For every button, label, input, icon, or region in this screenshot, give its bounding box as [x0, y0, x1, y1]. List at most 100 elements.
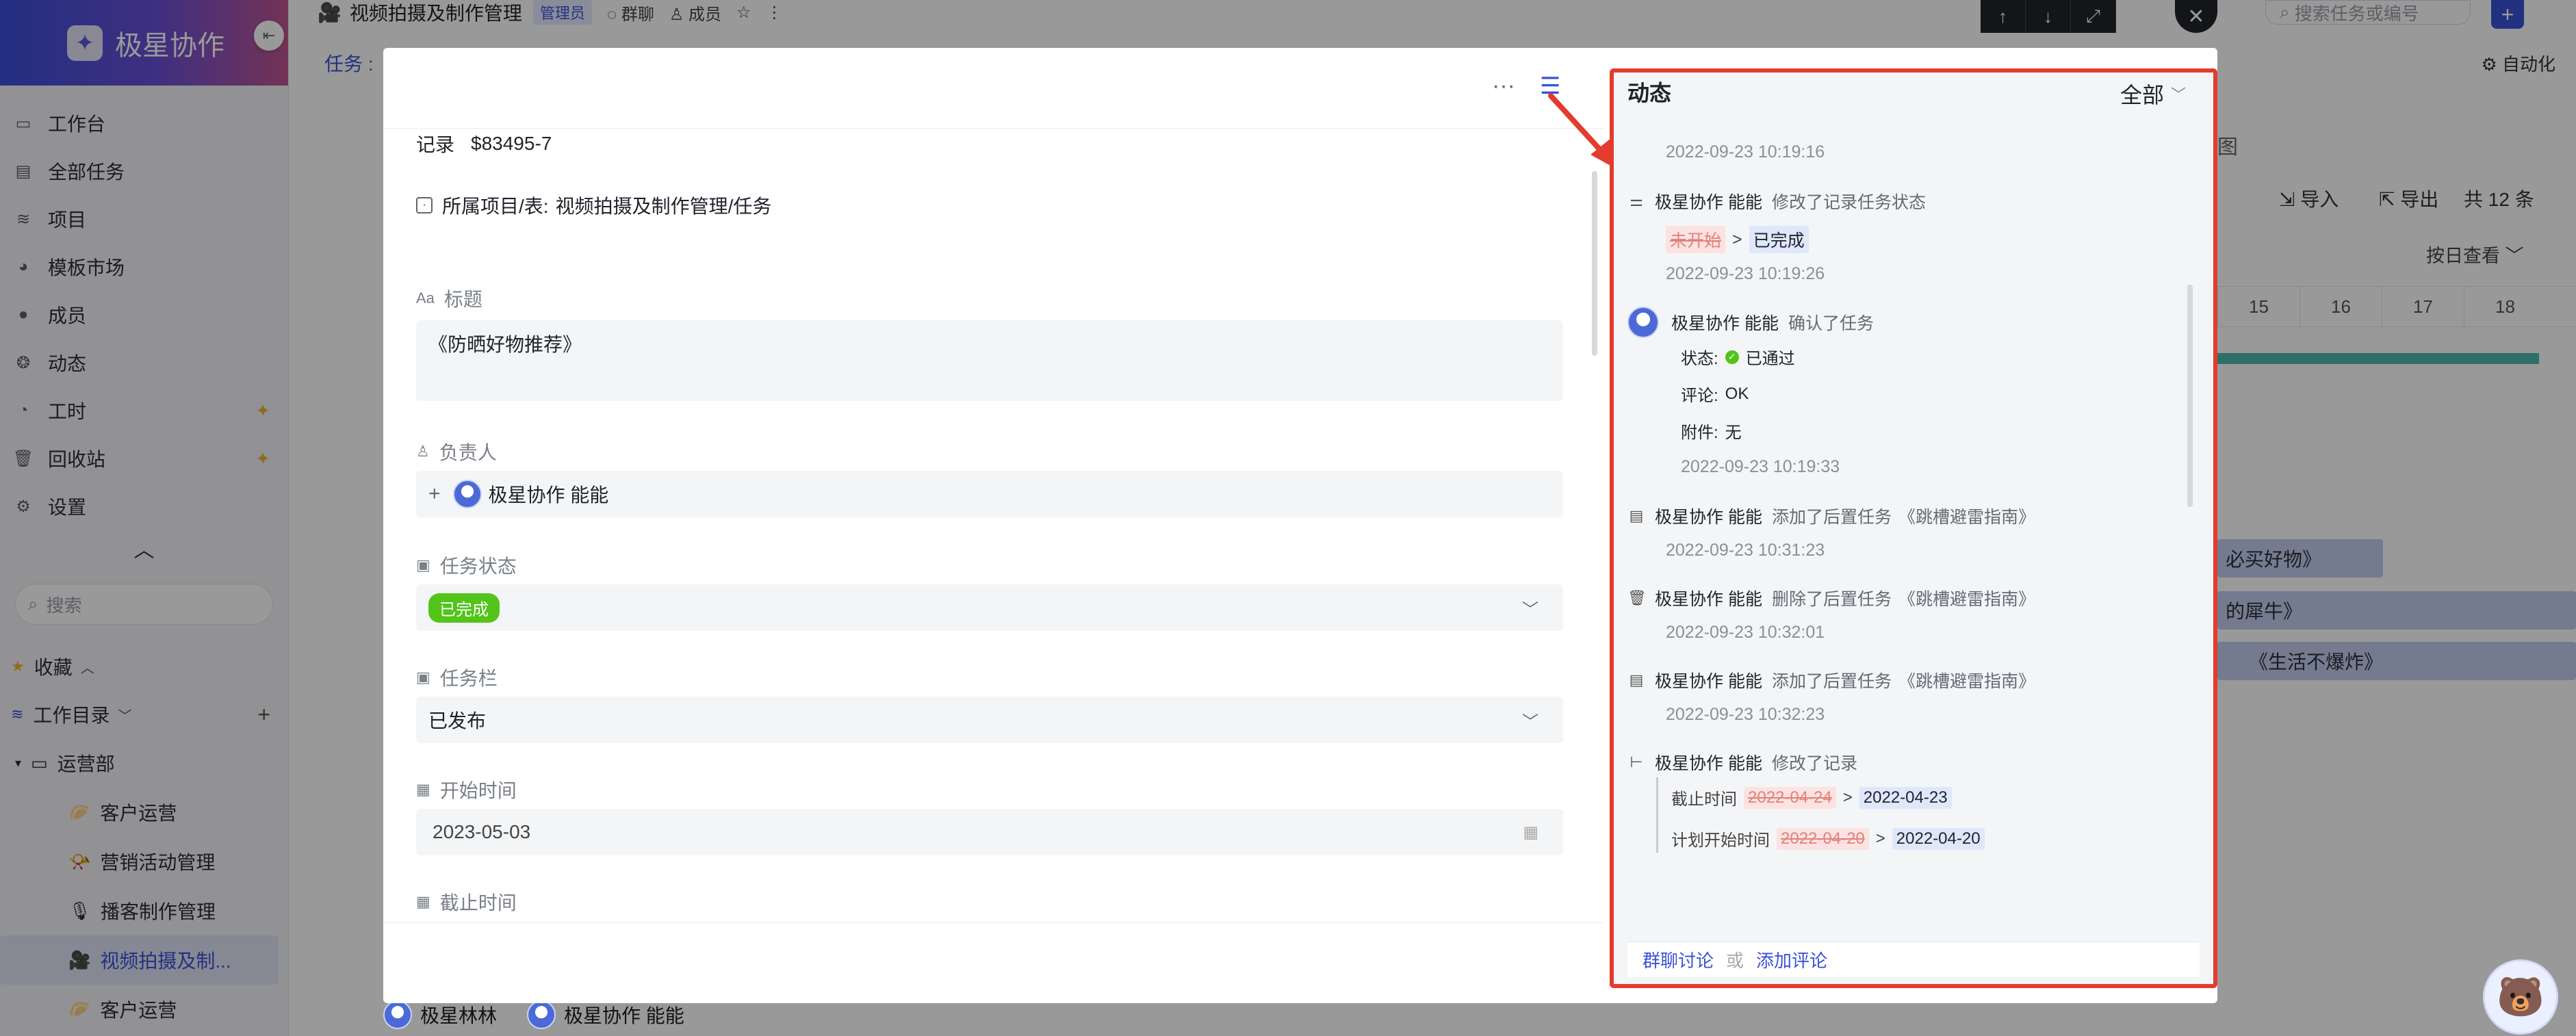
old-value: 未开始: [1666, 226, 1726, 253]
approval-attachment: 附件: 无: [1681, 419, 1742, 443]
field-key: 附件:: [1681, 424, 1718, 442]
group-discussion-link[interactable]: 群聊讨论: [1643, 947, 1714, 972]
activity-entry: ⊢ 极星协作 能能 修改了记录: [1627, 750, 1857, 775]
calendar-icon[interactable]: ▦: [1523, 823, 1538, 842]
activity-user: 极星协作 能能: [1655, 754, 1762, 773]
assignee-name: 极星协作 能能: [488, 484, 609, 506]
activity-user: 极星协作 能能: [1655, 590, 1762, 609]
person-name: 极星林林: [420, 1005, 498, 1026]
check-circle-icon: ✓: [1725, 350, 1739, 364]
activity-time: 2022-09-23 10:19:33: [1681, 457, 1840, 476]
or-separator: 或: [1726, 950, 1744, 971]
arrow-icon: >: [1732, 229, 1742, 249]
field-value: OK: [1725, 384, 1749, 403]
document-icon: ▤: [1629, 671, 1644, 688]
start-date-input[interactable]: 2023-05-03 ▦: [416, 809, 1563, 855]
activity-filter-select[interactable]: 全部 ﹀: [2120, 78, 2186, 109]
avatar: [383, 1000, 412, 1029]
record-row: 记录 $83495-7: [416, 130, 552, 157]
document-icon: ▤: [1629, 507, 1644, 524]
activity-panel: 动态 全部 ﹀ 2022-09-23 10:19:16 ⚌ 极星协作 能能 修改了…: [1610, 68, 2217, 988]
label-text: 任务状态: [439, 556, 517, 577]
column-select[interactable]: 已发布 ﹀: [416, 697, 1563, 743]
activity-action: 确认了任务: [1788, 314, 1874, 333]
activity-action: 修改了记录任务状态: [1771, 193, 1926, 212]
text-icon: Aa: [416, 289, 435, 307]
label-text: 任务栏: [439, 668, 498, 689]
activity-entry: 极星协作 能能 确认了任务: [1627, 307, 1874, 338]
assistant-mascot-icon[interactable]: 🐻: [2483, 959, 2558, 1035]
assignee-field-label: ♙ 负责人: [416, 438, 497, 465]
activity-entry: ▤ 极星协作 能能 添加了后置任务 《跳槽避雷指南》: [1627, 504, 2035, 528]
field-key: 评论:: [1681, 387, 1718, 405]
field-key: 状态:: [1681, 350, 1718, 368]
add-comment-link[interactable]: 添加评论: [1756, 947, 1827, 972]
activity-action: 添加了后置任务: [1771, 672, 1892, 691]
old-value: 2022-04-24: [1744, 786, 1836, 809]
checkbox-icon: ·: [416, 197, 433, 213]
label-text: 标题: [443, 289, 482, 310]
activity-target[interactable]: 《跳槽避雷指南》: [1898, 586, 2035, 610]
filter-label: 全部: [2120, 83, 2164, 107]
detail-scrollbar[interactable]: [1592, 171, 1597, 356]
activity-target[interactable]: 《跳槽避雷指南》: [1898, 668, 2035, 692]
activity-action: 删除了后置任务: [1771, 590, 1892, 609]
new-value: 2022-04-20: [1892, 827, 1985, 850]
field-value: 无: [1725, 424, 1742, 442]
assignee-field[interactable]: + 极星协作 能能: [416, 471, 1563, 517]
chevron-down-icon: ﹀: [2170, 86, 2186, 103]
project-value: 视频拍摄及制作管理/任务: [555, 196, 772, 217]
column-value: 已发布: [428, 710, 487, 731]
project-label: 所属项目/表:: [442, 196, 549, 217]
activity-time: 2022-09-23 10:19:16: [1666, 142, 1825, 161]
trash-icon: 🗑: [1627, 589, 1647, 606]
modal-footer: [383, 922, 1604, 1003]
approval-comment: 评论: OK: [1681, 382, 1749, 406]
arrow-icon: >: [1875, 829, 1885, 848]
sliders-icon: ⚌: [1630, 192, 1643, 209]
checkbox-icon: ▣: [416, 556, 430, 573]
avatar: [452, 480, 482, 508]
arrow-icon: >: [1842, 788, 1853, 807]
calendar-icon: ▦: [416, 893, 430, 910]
activity-action: 修改了记录: [1771, 754, 1857, 773]
start-date-label: ▦ 开始时间: [416, 776, 517, 803]
label-text: 负责人: [439, 442, 497, 463]
avatar: [1627, 307, 1659, 338]
activity-user: 极星协作 能能: [1655, 508, 1762, 527]
user-icon: ♙: [416, 443, 430, 460]
activity-entry: ⚌ 极星协作 能能 修改了记录任务状态: [1627, 189, 1926, 213]
record-label: 记录: [416, 134, 455, 155]
calendar-icon: ▦: [416, 781, 430, 798]
comment-bar: 群聊讨论 或 添加评论: [1627, 942, 2200, 977]
new-value: 2022-04-23: [1859, 786, 1952, 809]
assignee-row: 极星林林 极星协作 能能: [383, 1000, 684, 1029]
activity-scrollbar[interactable]: [2187, 285, 2193, 507]
field-key: 截止时间: [1671, 790, 1737, 809]
old-value: 2022-04-20: [1777, 827, 1869, 850]
avatar: [527, 1000, 556, 1029]
activity-header: 动态 全部 ﹀: [1614, 73, 2213, 111]
start-date-value: 2023-05-03: [433, 821, 531, 842]
more-options-button[interactable]: ···: [1492, 73, 1515, 99]
person-name: 极星协作 能能: [564, 1005, 684, 1026]
activity-target[interactable]: 《跳槽避雷指南》: [1898, 504, 2035, 528]
activity-action: 添加了后置任务: [1771, 508, 1892, 527]
chevron-down-icon: ﹀: [1522, 600, 1538, 619]
approval-status: 状态: ✓ 已通过: [1681, 345, 1795, 369]
field-key: 计划开始时间: [1671, 831, 1770, 850]
status-field-label: ▣ 任务状态: [416, 552, 517, 579]
change-divider: [1656, 777, 1658, 853]
due-date-label: ▦ 截止时间: [416, 888, 517, 916]
title-field-label: Aa 标题: [416, 285, 482, 312]
title-input[interactable]: 《防晒好物推荐》: [416, 320, 1563, 401]
status-select[interactable]: 已完成 ﹀: [416, 584, 1563, 631]
due-date-change: 截止时间 2022-04-24 > 2022-04-23: [1671, 786, 1952, 810]
record-id: $83495-7: [471, 133, 552, 154]
add-assignee-icon[interactable]: +: [428, 482, 441, 506]
modal-header: ··· ☰: [383, 48, 1604, 129]
activity-user: 极星协作 能能: [1655, 672, 1762, 691]
edit-record-icon: ⊢: [1630, 753, 1643, 770]
status-badge: 已完成: [428, 593, 500, 623]
activity-user: 极星协作 能能: [1671, 314, 1779, 333]
